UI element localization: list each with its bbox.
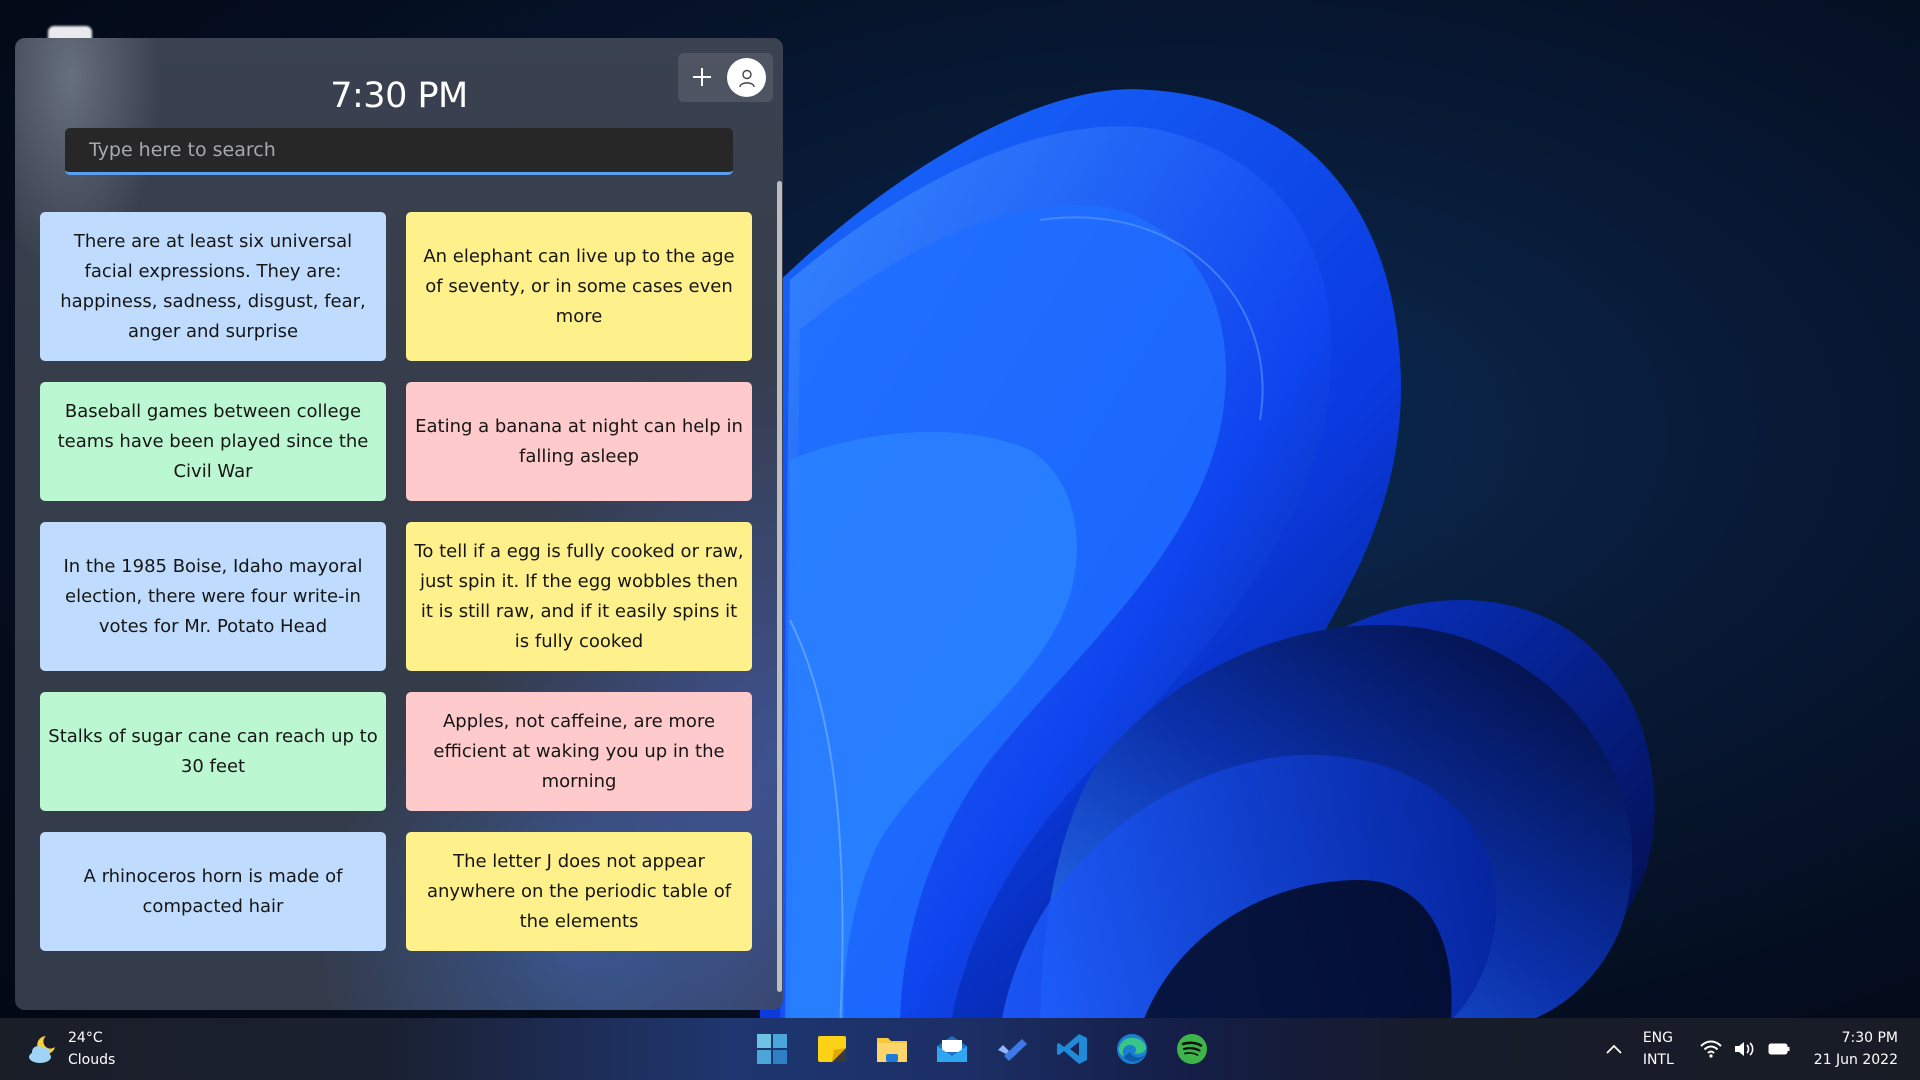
search-input[interactable] xyxy=(65,128,733,172)
language-code: ENG xyxy=(1642,1030,1673,1046)
note-text: Stalks of sugar cane can reach up to 30 … xyxy=(48,725,378,777)
note-card[interactable]: There are at least six universal facial … xyxy=(40,212,386,361)
note-card[interactable]: An elephant can live up to the age of se… xyxy=(406,212,752,361)
weather-condition: Clouds xyxy=(68,1052,116,1068)
weather-temperature: 24°C xyxy=(68,1030,103,1046)
note-text: Apples, not caffeine, are more efficient… xyxy=(433,710,725,792)
wifi-icon xyxy=(1700,1040,1722,1058)
note-card[interactable]: Baseball games between college teams hav… xyxy=(40,382,386,501)
taskbar-start[interactable] xyxy=(748,1027,796,1071)
edge-icon xyxy=(1117,1034,1147,1064)
taskbar-clock[interactable]: 7:30 PM 21 Jun 2022 xyxy=(1814,1027,1898,1071)
taskbar-mail[interactable] xyxy=(928,1027,976,1071)
note-text: Baseball games between college teams hav… xyxy=(57,400,369,482)
note-text: An elephant can live up to the age of se… xyxy=(423,245,735,327)
note-text: Eating a banana at night can help in fal… xyxy=(415,415,743,467)
taskbar-vscode[interactable] xyxy=(1048,1027,1096,1071)
note-card[interactable]: In the 1985 Boise, Idaho mayoral electio… xyxy=(40,522,386,671)
battery-icon xyxy=(1768,1043,1790,1055)
taskbar: 24°C Clouds ENG INTL 7:30 PM 21 Jun 2022 xyxy=(0,1018,1920,1080)
taskbar-file-explorer[interactable] xyxy=(868,1027,916,1071)
taskbar-edge[interactable] xyxy=(1108,1027,1156,1071)
note-card[interactable]: Eating a banana at night can help in fal… xyxy=(406,382,752,501)
note-text: To tell if a egg is fully cooked or raw,… xyxy=(414,540,744,652)
note-card[interactable]: A rhinoceros horn is made of compacted h… xyxy=(40,832,386,951)
plus-icon xyxy=(693,68,711,86)
taskbar-todo[interactable] xyxy=(988,1027,1036,1071)
panel-clock: 7:30 PM xyxy=(330,76,468,116)
taskbar-spotify[interactable] xyxy=(1168,1027,1216,1071)
notes-panel: 7:30 PM There are at least six universal… xyxy=(15,38,783,1010)
windows-start-icon xyxy=(757,1034,787,1064)
taskbar-sticky-notes[interactable] xyxy=(808,1027,856,1071)
note-card[interactable]: The letter J does not appear anywhere on… xyxy=(406,832,752,951)
keyboard-layout: INTL xyxy=(1642,1052,1674,1068)
person-icon xyxy=(738,69,755,87)
note-text: There are at least six universal facial … xyxy=(60,230,366,342)
mail-icon xyxy=(937,1036,967,1062)
note-card[interactable]: Apples, not caffeine, are more efficient… xyxy=(406,692,752,811)
note-text: A rhinoceros horn is made of compacted h… xyxy=(83,865,343,917)
volume-icon xyxy=(1734,1042,1754,1056)
notes-grid: There are at least six universal facial … xyxy=(40,212,752,951)
note-card[interactable]: Stalks of sugar cane can reach up to 30 … xyxy=(40,692,386,811)
weather-widget[interactable]: 24°C Clouds xyxy=(26,1026,115,1072)
panel-scrollbar[interactable] xyxy=(777,181,782,992)
quick-settings[interactable] xyxy=(1700,1040,1790,1058)
note-text: The letter J does not appear anywhere on… xyxy=(426,850,732,932)
show-hidden-icons-button[interactable] xyxy=(1599,1029,1629,1069)
language-indicator[interactable]: ENG INTL xyxy=(1643,1027,1674,1071)
panel-actions xyxy=(678,53,773,102)
system-tray: ENG INTL 7:30 PM 21 Jun 2022 xyxy=(1599,1018,1920,1080)
spotify-icon xyxy=(1177,1034,1207,1064)
file-explorer-icon xyxy=(877,1038,907,1062)
moon-cloud-icon xyxy=(29,1036,55,1063)
note-text: In the 1985 Boise, Idaho mayoral electio… xyxy=(63,555,363,637)
note-card[interactable]: To tell if a egg is fully cooked or raw,… xyxy=(406,522,752,671)
taskbar-date: 21 Jun 2022 xyxy=(1813,1052,1898,1068)
taskbar-apps xyxy=(748,1027,1216,1071)
search-box xyxy=(65,128,733,175)
add-note-button[interactable] xyxy=(684,59,720,95)
vscode-icon xyxy=(1057,1034,1087,1064)
chevron-up-icon xyxy=(1606,1044,1622,1054)
taskbar-time: 7:30 PM xyxy=(1841,1030,1898,1046)
profile-button[interactable] xyxy=(727,58,766,97)
todo-icon xyxy=(998,1039,1027,1061)
sticky-notes-icon xyxy=(818,1036,846,1062)
